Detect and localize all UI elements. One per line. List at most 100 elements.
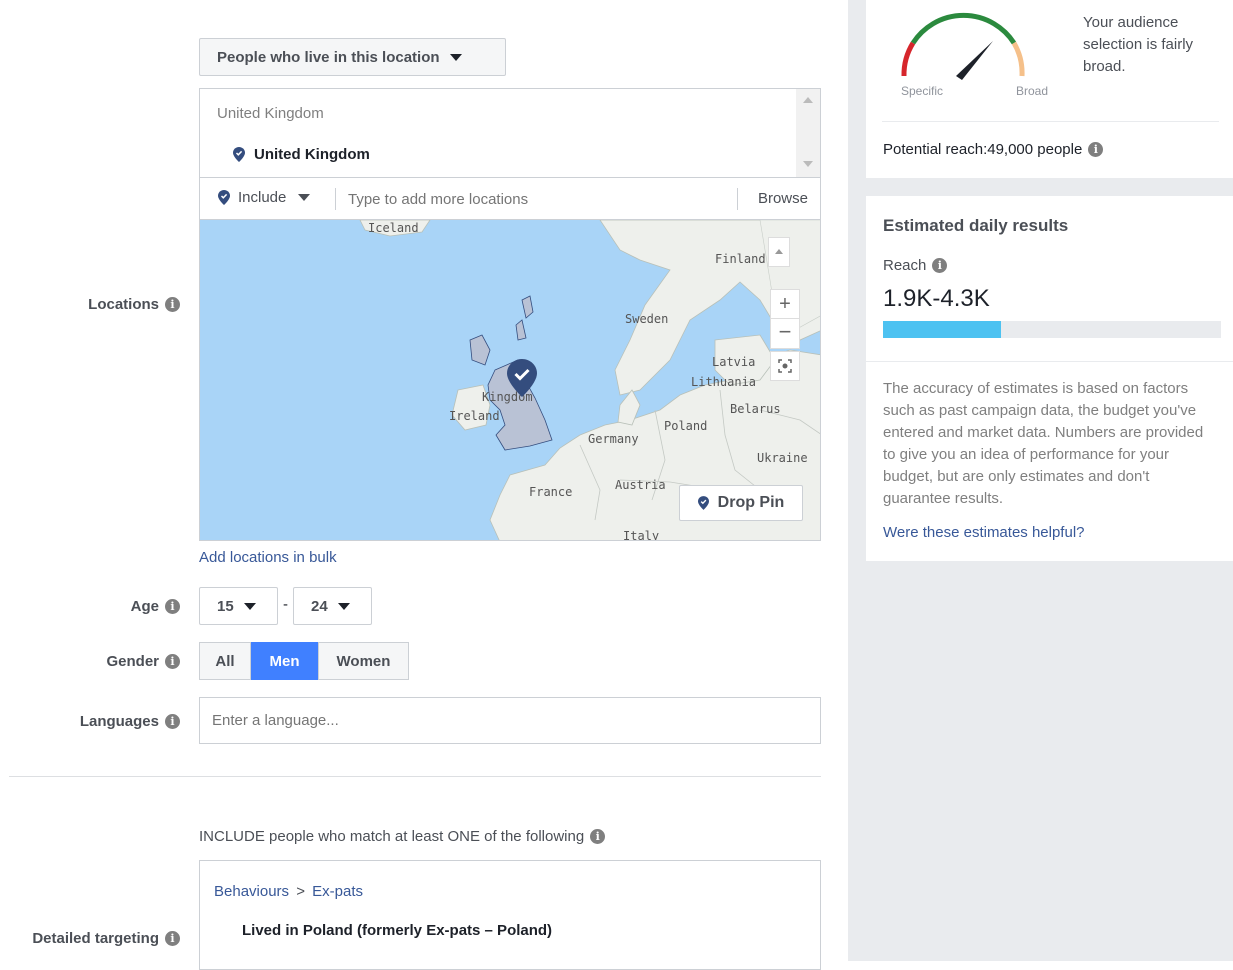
map-label-italy: Italy <box>623 529 660 541</box>
gender-option-men[interactable]: Men <box>251 642 318 680</box>
age-label-text: Age <box>130 597 159 615</box>
locations-label-text: Locations <box>88 295 159 313</box>
audience-sidebar: Specific Broad Your audience selection i… <box>848 0 1233 961</box>
audience-definition-card: Specific Broad Your audience selection i… <box>866 0 1233 178</box>
scroll-up-icon[interactable] <box>803 97 813 103</box>
location-type-label: People who live in this location <box>217 48 440 66</box>
include-label: Include <box>238 189 287 206</box>
breadcrumb-separator: > <box>296 883 305 900</box>
map-label-iceland: Iceland <box>368 221 419 235</box>
map-label-ireland: Ireland <box>449 409 500 423</box>
location-pin-icon <box>697 496 709 510</box>
languages-label: Languages i <box>0 711 180 731</box>
map-label-ukraine: Ukraine <box>757 451 808 465</box>
drop-pin-button[interactable]: Drop Pin <box>679 485 803 521</box>
info-icon[interactable]: i <box>165 653 180 669</box>
gender-label: Gender i <box>0 651 180 671</box>
browse-button[interactable]: Browse <box>758 190 808 207</box>
detailed-targeting-label-text: Detailed targeting <box>32 929 159 947</box>
map-label-belarus: Belarus <box>730 402 781 416</box>
gender-option-all[interactable]: All <box>199 642 251 680</box>
info-icon[interactable]: i <box>165 296 180 312</box>
estimates-disclaimer: The accuracy of estimates is based on fa… <box>883 380 1204 507</box>
info-icon[interactable]: i <box>1088 142 1104 157</box>
gender-option-women[interactable]: Women <box>318 642 409 680</box>
targeting-item[interactable]: Lived in Poland (formerly Ex-pats – Pola… <box>242 922 552 939</box>
age-min-dropdown[interactable]: 15 <box>199 587 278 625</box>
map-label-austria: Austria <box>615 478 666 492</box>
reach-value: 1.9K-4.3K <box>883 285 990 312</box>
location-pin-icon <box>218 190 230 205</box>
recenter-button[interactable] <box>770 351 800 381</box>
chevron-down-icon <box>243 602 256 610</box>
section-divider <box>9 776 821 777</box>
map-label-latvia: Latvia <box>712 355 756 369</box>
info-icon[interactable]: i <box>165 598 180 614</box>
map-label-france: France <box>529 485 573 499</box>
chevron-down-icon <box>449 53 462 61</box>
map-label-finland: Finland <box>715 252 766 266</box>
location-list: United Kingdom United Kingdom <box>199 88 821 178</box>
location-search-row: Include Browse <box>199 177 821 220</box>
include-criteria-text: INCLUDE people who match at least ONE of… <box>199 828 606 845</box>
divider <box>737 188 738 210</box>
location-type-dropdown[interactable]: People who live in this location <box>199 38 506 76</box>
reach-label: Reach i <box>883 257 948 274</box>
include-criteria-label: INCLUDE people who match at least ONE of… <box>199 828 585 845</box>
meter-broad-label: Broad <box>1016 84 1049 98</box>
potential-reach-text: Potential reach:49,000 people <box>883 141 1083 158</box>
card-divider <box>866 361 1233 362</box>
chevron-down-icon <box>298 194 311 201</box>
info-icon[interactable]: i <box>590 829 606 844</box>
map-marker-icon <box>507 359 537 397</box>
zoom-out-button[interactable]: − <box>770 319 800 349</box>
include-dropdown[interactable]: Include <box>218 189 311 206</box>
zoom-in-button[interactable]: + <box>770 289 800 319</box>
info-icon[interactable]: i <box>165 713 180 729</box>
reach-bar-fill <box>883 321 1002 338</box>
location-group-header: United Kingdom <box>217 105 324 122</box>
info-icon[interactable]: i <box>932 258 948 273</box>
map-collapse-button[interactable] <box>768 237 790 267</box>
meter-specific-label: Specific <box>901 84 944 98</box>
age-label: Age i <box>0 596 180 616</box>
estimated-results-card: Estimated daily results Reach i 1.9K-4.3… <box>866 196 1233 561</box>
age-separator: - <box>283 596 288 613</box>
age-min-value: 15 <box>217 597 234 615</box>
recenter-icon <box>778 359 792 373</box>
estimates-feedback-link[interactable]: Were these estimates helpful? <box>883 524 1085 541</box>
list-scrollbar[interactable] <box>796 89 820 178</box>
drop-pin-label: Drop Pin <box>717 494 785 511</box>
locations-label: Locations i <box>0 294 180 314</box>
map-label-germany: Germany <box>588 432 639 446</box>
breadcrumb-expats[interactable]: Ex-pats <box>312 883 363 900</box>
scroll-down-icon[interactable] <box>803 161 813 167</box>
breadcrumb-behaviours[interactable]: Behaviours <box>214 883 289 900</box>
detailed-targeting-label: Detailed targeting i <box>0 928 180 948</box>
targeting-breadcrumb: Behaviours > Ex-pats <box>214 883 363 900</box>
age-max-dropdown[interactable]: 24 <box>293 587 372 625</box>
potential-reach: Potential reach:49,000 people i <box>883 141 1104 158</box>
map-label-lithuania: Lithuania <box>691 375 757 389</box>
reach-label-text: Reach <box>883 257 927 274</box>
chevron-down-icon <box>337 602 350 610</box>
estimates-title: Estimated daily results <box>883 216 1069 235</box>
selected-location-label: United Kingdom <box>254 146 370 163</box>
info-icon[interactable]: i <box>165 930 180 946</box>
location-search-input[interactable] <box>348 188 728 210</box>
location-map[interactable]: Iceland Finland Sweden Latvia Lithuania … <box>199 219 821 541</box>
reach-bar-track <box>883 321 1221 338</box>
add-locations-bulk-link[interactable]: Add locations in bulk <box>199 549 337 566</box>
map-label-sweden: Sweden <box>625 312 669 326</box>
divider <box>335 188 336 210</box>
language-input[interactable] <box>199 697 821 744</box>
gender-selector: All Men Women <box>199 642 409 680</box>
age-max-value: 24 <box>311 597 328 615</box>
card-divider <box>882 121 1219 122</box>
location-pin-icon <box>233 147 245 162</box>
map-label-poland: Poland <box>664 419 708 433</box>
audience-meter-icon <box>901 12 1025 80</box>
detailed-targeting-box: Behaviours > Ex-pats Lived in Poland (fo… <box>199 860 821 970</box>
chevron-up-icon <box>775 249 783 254</box>
selected-location[interactable]: United Kingdom <box>233 146 370 163</box>
